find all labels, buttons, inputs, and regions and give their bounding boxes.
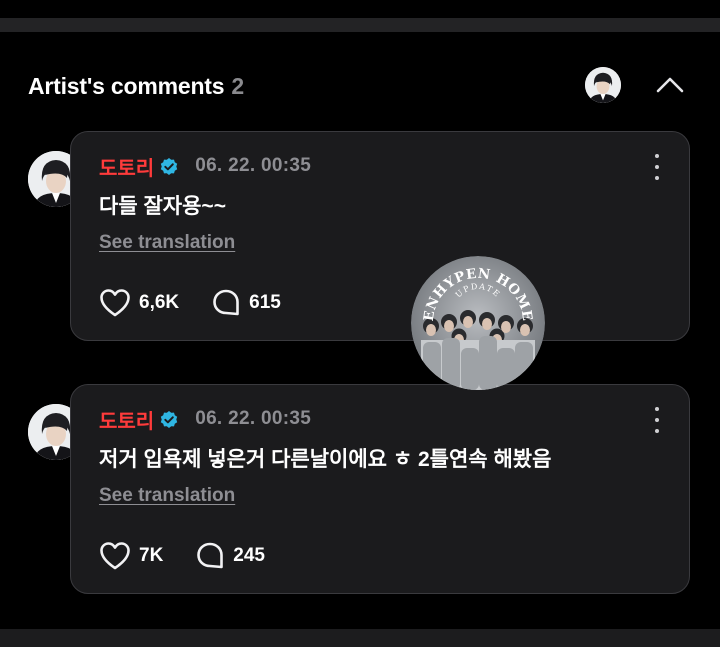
- more-options-button[interactable]: [649, 154, 665, 180]
- comment-actions: 7K 245: [99, 539, 265, 573]
- like-button[interactable]: 6,6K: [99, 288, 179, 318]
- reply-button[interactable]: 615: [211, 288, 281, 318]
- comment-author[interactable]: 도토리: [99, 405, 154, 434]
- speech-bubble-icon: [213, 289, 239, 316]
- comment-text: 저거 입욕제 넣은거 다른날이에요 ㅎ 2틀연속 해봤음: [99, 448, 552, 471]
- heart-icon: [100, 542, 130, 570]
- chevron-up-icon: [656, 77, 684, 93]
- verified-badge-icon: [161, 158, 178, 175]
- speech-bubble-icon: [197, 542, 224, 569]
- more-dot: [655, 176, 659, 180]
- more-options-button[interactable]: [649, 407, 665, 433]
- see-translation-link[interactable]: See translation: [99, 485, 235, 507]
- more-vertical-icon: [655, 154, 659, 158]
- verified-badge-icon: [161, 411, 178, 428]
- comment-card: 도토리 06. 22. 00:35 다들 잘자용~~ See translati…: [70, 131, 690, 341]
- fan-account-watermark: ENHYPEN HOME UPDATE: [411, 256, 545, 390]
- comment-timestamp: 06. 22. 00:35: [195, 155, 312, 176]
- reply-count: 615: [249, 292, 281, 313]
- section-count: 2: [231, 72, 245, 99]
- section-title: Artist's comments: [28, 72, 225, 99]
- more-vertical-icon: [655, 407, 659, 411]
- reply-button[interactable]: 245: [195, 541, 265, 571]
- bottom-divider: [0, 629, 720, 647]
- comment-actions: 6,6K 615: [99, 286, 281, 320]
- collapse-button[interactable]: [650, 68, 690, 102]
- comment-card: 도토리 06. 22. 00:35 저거 입욕제 넣은거 다른날이에요 ㅎ 2틀…: [70, 384, 690, 594]
- more-dot: [655, 429, 659, 433]
- top-divider: [0, 18, 720, 32]
- artist-comments-page: Artist's comments 2 도토리 06. 22. 00:35 다들…: [0, 0, 720, 647]
- reply-count: 245: [233, 545, 265, 566]
- see-translation-link[interactable]: See translation: [99, 232, 235, 254]
- like-count: 6,6K: [139, 292, 180, 313]
- comment-timestamp: 06. 22. 00:35: [195, 408, 312, 429]
- section-header: Artist's comments 2: [28, 66, 244, 106]
- heart-icon: [100, 289, 130, 317]
- comment-author[interactable]: 도토리: [99, 152, 154, 181]
- comment-meta: 도토리 06. 22. 00:35: [99, 405, 312, 434]
- comment-meta: 도토리 06. 22. 00:35: [99, 152, 312, 181]
- like-button[interactable]: 7K: [99, 541, 163, 571]
- artist-avatar[interactable]: [585, 67, 621, 103]
- comment-text: 다들 잘자용~~: [99, 195, 226, 218]
- more-dot: [655, 418, 659, 422]
- more-dot: [655, 165, 659, 169]
- like-count: 7K: [139, 545, 164, 566]
